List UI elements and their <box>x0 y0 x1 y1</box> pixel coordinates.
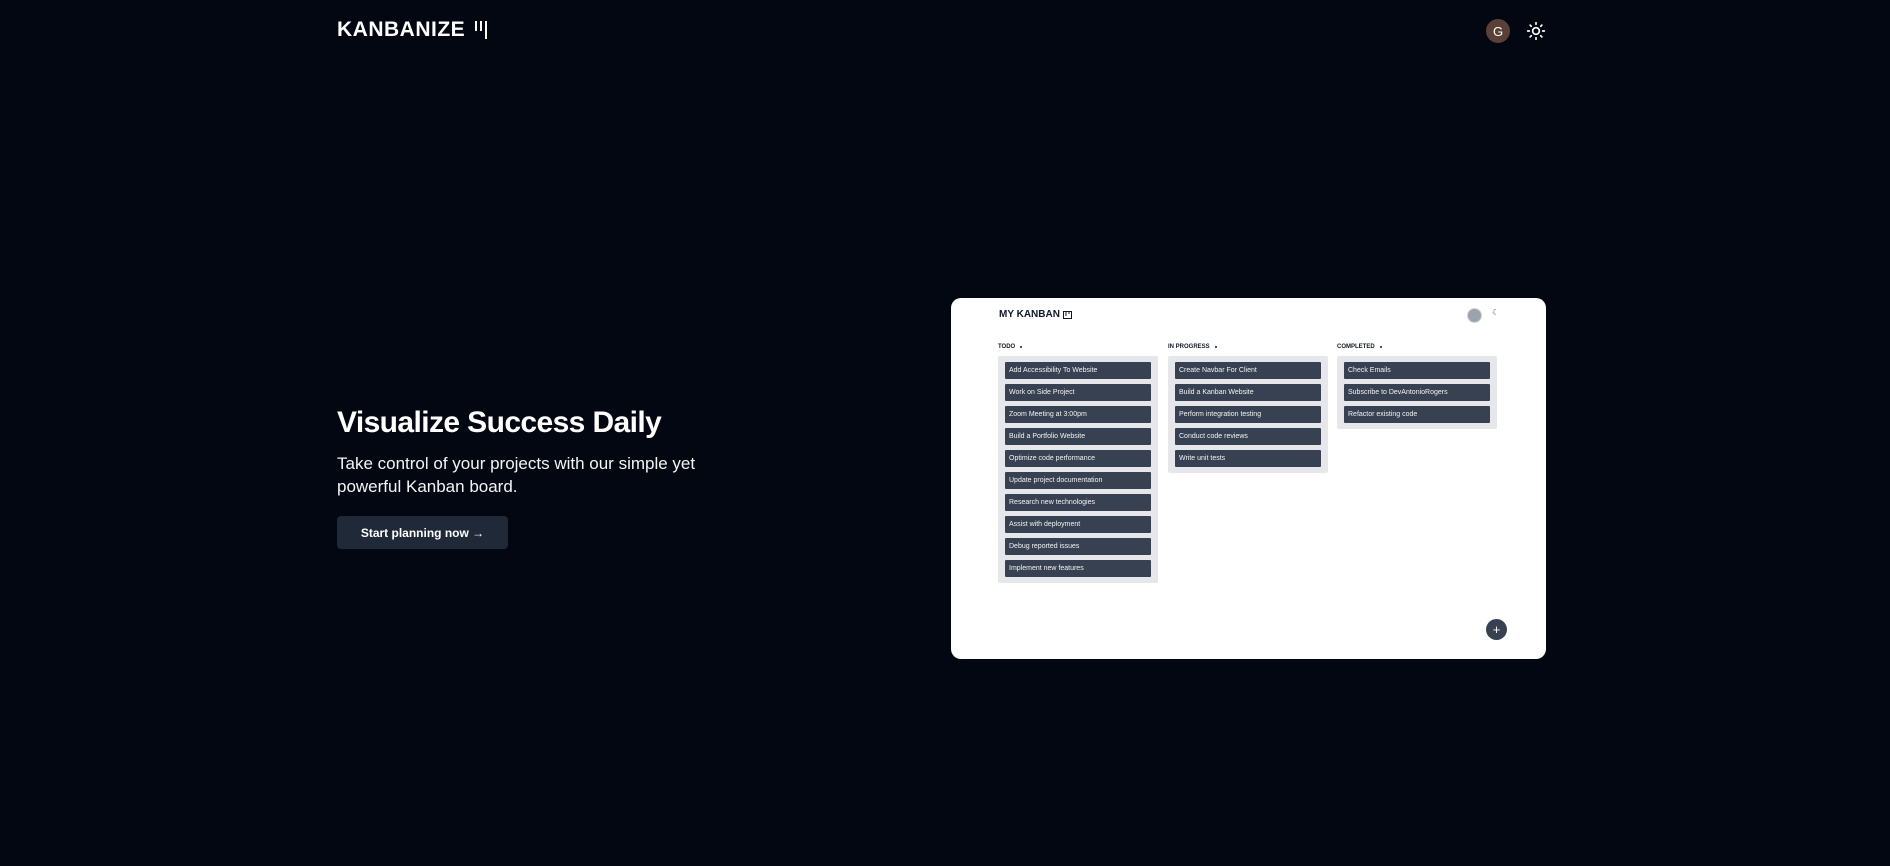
preview-title-text: MY KANBAN <box>999 309 1060 320</box>
task-card[interactable]: Create Navbar For Client <box>1175 362 1321 379</box>
column-completed: COMPLETED Check Emails Subscribe to DevA… <box>1337 342 1497 429</box>
task-card[interactable]: Work on Side Project <box>1005 384 1151 401</box>
task-card[interactable]: Build a Kanban Website <box>1175 384 1321 401</box>
task-card[interactable]: Assist with deployment <box>1005 516 1151 533</box>
sun-icon <box>1526 21 1546 41</box>
column-label: IN PROGRESS <box>1168 344 1210 350</box>
kanban-board-icon <box>1062 310 1072 319</box>
column-body: Create Navbar For Client Build a Kanban … <box>1168 356 1328 473</box>
column-label: COMPLETED <box>1337 344 1375 350</box>
column-header: IN PROGRESS <box>1168 342 1328 352</box>
task-card[interactable]: Perform integration testing <box>1175 406 1321 423</box>
task-card[interactable]: Zoom Meeting at 3:00pm <box>1005 406 1151 423</box>
task-card[interactable]: Write unit tests <box>1175 450 1321 467</box>
task-card[interactable]: Optimize code performance <box>1005 450 1151 467</box>
task-card[interactable]: Implement new features <box>1005 560 1151 577</box>
task-card[interactable]: Conduct code reviews <box>1175 428 1321 445</box>
preview-title: MY KANBAN <box>999 309 1072 320</box>
dot-icon <box>1214 346 1217 348</box>
task-card[interactable]: Research new technologies <box>1005 494 1151 511</box>
logo-text: KANBANIZE <box>337 18 466 41</box>
kanban-preview: MY KANBAN ☾ TODO Add Accessibility To We… <box>951 298 1546 659</box>
moon-icon: ☾ <box>1492 308 1500 317</box>
column-label: TODO <box>998 344 1016 350</box>
task-card[interactable]: Build a Portfolio Website <box>1005 428 1151 445</box>
hero-title: Visualize Success Daily <box>337 406 662 439</box>
start-planning-button[interactable]: Start planning now → <box>337 516 508 549</box>
task-card[interactable]: Subscribe to DevAntonioRogers <box>1344 384 1490 401</box>
task-card[interactable]: Refactor existing code <box>1344 406 1490 423</box>
avatar[interactable]: G <box>1486 19 1510 43</box>
theme-toggle-button[interactable] <box>1524 19 1548 43</box>
column-todo: TODO Add Accessibility To Website Work o… <box>998 342 1158 583</box>
column-body: Add Accessibility To Website Work on Sid… <box>998 356 1158 583</box>
hero: Visualize Success Daily Take control of … <box>337 406 757 498</box>
column-body: Check Emails Subscribe to DevAntonioRoge… <box>1337 356 1497 429</box>
column-header: TODO <box>998 342 1158 352</box>
logo[interactable]: KANBANIZE <box>337 18 488 42</box>
avatar-initial: G <box>1492 23 1504 39</box>
kanban-bars-icon <box>475 21 488 39</box>
preview-avatar <box>1467 308 1482 323</box>
column-in-progress: IN PROGRESS Create Navbar For Client Bui… <box>1168 342 1328 473</box>
task-card[interactable]: Debug reported issues <box>1005 538 1151 555</box>
task-card[interactable]: Add Accessibility To Website <box>1005 362 1151 379</box>
task-card[interactable]: Update project documentation <box>1005 472 1151 489</box>
add-task-button[interactable]: + <box>1486 619 1507 640</box>
hero-subtitle: Take control of your projects with our s… <box>337 454 696 496</box>
dot-icon <box>1020 346 1023 348</box>
task-card[interactable]: Check Emails <box>1344 362 1490 379</box>
column-header: COMPLETED <box>1337 342 1497 352</box>
dot-icon <box>1379 346 1382 348</box>
plus-icon: + <box>1492 622 1501 637</box>
